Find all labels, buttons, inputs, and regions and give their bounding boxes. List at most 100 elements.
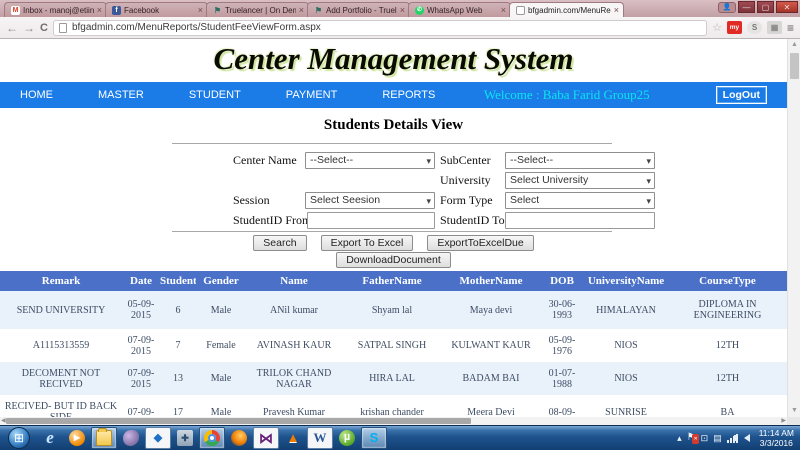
bookmark-star-icon[interactable]: ☆ bbox=[712, 21, 722, 34]
browser-tab[interactable]: ⚑Add Portfolio - Truelancer× bbox=[307, 2, 410, 17]
skype-taskbar-button[interactable]: S bbox=[361, 427, 387, 449]
studentid-from-input[interactable] bbox=[307, 212, 435, 229]
studentid-to-input[interactable] bbox=[505, 212, 655, 229]
tray-icon-2[interactable]: ▤ bbox=[713, 433, 722, 443]
horizontal-scrollbar[interactable]: ◀ ▶ bbox=[0, 417, 787, 425]
table-cell: 07-09-2015 bbox=[122, 362, 160, 395]
welcome-text: Welcome : Baba Farid Group25 bbox=[483, 87, 650, 102]
wmp-taskbar-button[interactable]: ▶ bbox=[64, 427, 90, 449]
volume-icon[interactable] bbox=[733, 434, 750, 442]
tab-close-icon[interactable]: × bbox=[97, 5, 102, 15]
explorer-taskbar-button[interactable] bbox=[91, 427, 117, 449]
tab-close-icon[interactable]: × bbox=[198, 5, 203, 15]
vertical-scrollbar[interactable]: ▲ ▼ bbox=[787, 39, 800, 417]
dropbox-taskbar-button[interactable]: ◆ bbox=[145, 427, 171, 449]
firefox-taskbar-button[interactable] bbox=[226, 427, 252, 449]
browser-tab[interactable]: ⚑Truelancer | On Demand C× bbox=[206, 2, 309, 17]
table-cell: 12TH bbox=[715, 340, 740, 351]
vlc-taskbar-button[interactable]: ▲ bbox=[280, 427, 306, 449]
scroll-left-icon[interactable]: ◀ bbox=[1, 417, 6, 425]
minimize-button[interactable]: — bbox=[738, 1, 755, 13]
vs-icon: ⋈ bbox=[259, 430, 273, 446]
tab-close-icon[interactable]: × bbox=[299, 5, 304, 15]
column-header: MotherName bbox=[442, 271, 540, 291]
chrome-menu-icon[interactable]: ≡ bbox=[787, 21, 794, 35]
university-select[interactable]: Select University bbox=[505, 172, 655, 189]
nav-items: HOME MASTER STUDENT PAYMENT REPORTS bbox=[0, 89, 460, 101]
skype-extension-icon[interactable]: S bbox=[746, 21, 762, 34]
tab-close-icon[interactable]: × bbox=[400, 5, 405, 15]
close-button[interactable]: ✕ bbox=[776, 1, 798, 13]
tab-close-icon[interactable]: × bbox=[501, 5, 506, 15]
nav-item-payment[interactable]: PAYMENT bbox=[286, 89, 338, 101]
session-label: Session bbox=[233, 193, 270, 207]
column-header: CourseType bbox=[668, 271, 787, 291]
maximize-button[interactable]: ▢ bbox=[757, 1, 774, 13]
profile-icon[interactable]: 👤 bbox=[718, 1, 736, 13]
table-cell: HIRA LAL bbox=[342, 362, 442, 395]
back-icon[interactable]: ← bbox=[6, 22, 18, 34]
nav-item-reports[interactable]: REPORTS bbox=[382, 89, 435, 101]
extension-icon[interactable]: ▦ bbox=[766, 21, 782, 34]
url-box[interactable]: bfgadmin.com/MenuReports/StudentFeeViewF… bbox=[52, 19, 708, 36]
utorrent-taskbar-button[interactable]: µ bbox=[334, 427, 360, 449]
gmail-icon: M bbox=[11, 5, 20, 15]
table-cell: 08-09- bbox=[548, 406, 576, 418]
wmp-icon: ▶ bbox=[69, 430, 85, 446]
scroll-down-icon[interactable]: ▼ bbox=[788, 405, 800, 417]
forward-icon[interactable]: → bbox=[23, 22, 35, 34]
browser-tab[interactable]: MInbox - manoj@etiinfotec× bbox=[4, 2, 107, 17]
form-type-select[interactable]: Select bbox=[505, 192, 655, 209]
screen: MInbox - manoj@etiinfotec×fFacebook×⚑Tru… bbox=[0, 0, 800, 450]
divider bbox=[172, 231, 612, 232]
table-cell: 6 bbox=[160, 291, 196, 329]
my-extension-icon[interactable]: my bbox=[726, 21, 742, 34]
table-cell: A1115313559 bbox=[32, 340, 90, 351]
taskbar-buttons: ⊞ e ▶ ◆ ✚ ⋈ ▲ Wµ S bbox=[0, 427, 388, 449]
nav-item-home[interactable]: HOME bbox=[20, 89, 53, 101]
table-cell: KULWANT KAUR bbox=[451, 340, 531, 351]
vertical-scroll-thumb[interactable] bbox=[790, 53, 799, 79]
reload-icon[interactable]: C bbox=[40, 22, 48, 34]
browser-tab[interactable]: ✆ WhatsApp Web × bbox=[408, 2, 511, 17]
security-taskbar-button[interactable]: ✚ bbox=[172, 427, 198, 449]
tray-icon-1[interactable]: ⊡ bbox=[701, 433, 709, 443]
dolphin-taskbar-button[interactable] bbox=[118, 427, 144, 449]
session-select[interactable]: Select Seesion bbox=[305, 192, 435, 209]
tab-close-icon[interactable]: × bbox=[614, 5, 619, 15]
firefox-icon bbox=[231, 430, 247, 446]
taskbar-clock[interactable]: 11:14 AM 3/3/2016 bbox=[755, 428, 794, 448]
scroll-right-icon[interactable]: ▶ bbox=[781, 417, 786, 425]
word-taskbar-button[interactable]: W bbox=[307, 427, 333, 449]
search-button[interactable]: Search bbox=[253, 235, 307, 251]
column-header: Remark bbox=[0, 271, 122, 291]
browser-tab[interactable]: f Facebook × bbox=[105, 2, 208, 17]
grid-header: RemarkDateStudentIDGenderNameFatherNameM… bbox=[0, 271, 787, 291]
nav-item-student[interactable]: STUDENT bbox=[189, 89, 241, 101]
network-icon[interactable] bbox=[726, 433, 739, 443]
nav-item-master[interactable]: MASTER bbox=[98, 89, 144, 101]
action-center-icon[interactable]: ⚑ bbox=[687, 433, 699, 444]
table-cell: 07-09- bbox=[127, 406, 155, 418]
table-cell: 01-07-1988 bbox=[540, 362, 584, 395]
download-document-button[interactable]: DownloadDocument bbox=[336, 252, 451, 268]
window-controls: 👤 — ▢ ✕ bbox=[718, 1, 798, 13]
logout-button[interactable]: LogOut bbox=[715, 86, 767, 104]
table-cell: NIOS bbox=[584, 362, 668, 395]
whatsapp-icon: ✆ bbox=[415, 5, 424, 15]
browser-tab-active[interactable]: bfgadmin.com/MenuRepo × bbox=[509, 2, 624, 17]
vs-taskbar-button[interactable]: ⋈ bbox=[253, 427, 279, 449]
horizontal-scroll-thumb[interactable] bbox=[6, 418, 471, 424]
export-excel-due-button[interactable]: ExportToExcelDue bbox=[427, 235, 534, 251]
ie-taskbar-button[interactable]: e bbox=[37, 427, 63, 449]
tray-expand-icon[interactable]: ▴ bbox=[677, 433, 682, 443]
center-name-select[interactable]: --Select-- bbox=[305, 152, 435, 169]
url-text[interactable]: bfgadmin.com/MenuReports/StudentFeeViewF… bbox=[72, 22, 321, 33]
subcenter-select[interactable]: --Select-- bbox=[505, 152, 655, 169]
scroll-up-icon[interactable]: ▲ bbox=[788, 39, 800, 51]
start-button[interactable]: ⊞ bbox=[8, 427, 30, 449]
chrome-taskbar-button[interactable] bbox=[199, 427, 225, 449]
table-cell: Male bbox=[196, 291, 246, 329]
export-excel-button[interactable]: Export To Excel bbox=[320, 235, 414, 251]
skype-icon: S bbox=[369, 430, 379, 445]
